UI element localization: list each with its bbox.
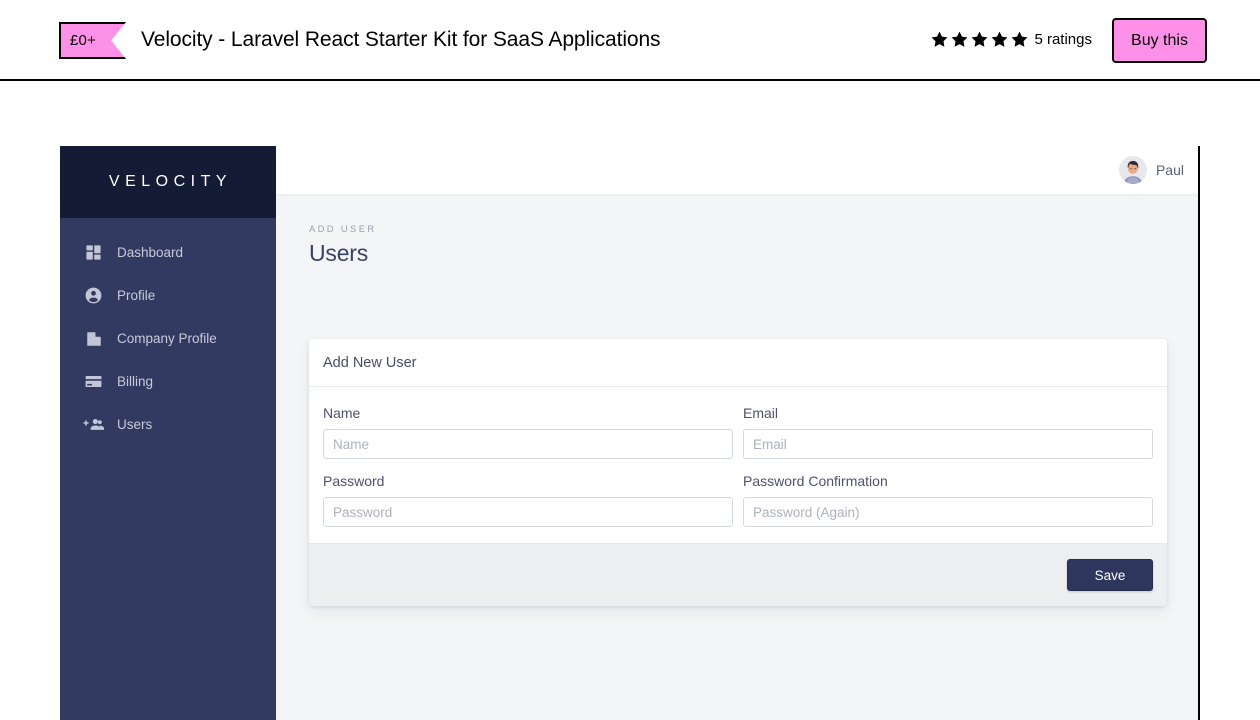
- form-row: Password Password Confirmation: [323, 473, 1153, 527]
- app-content-column: Paul ADD USER Users Add New User Name Em…: [276, 146, 1198, 720]
- form-group-password: Password: [323, 473, 733, 527]
- app-topbar: Paul: [276, 146, 1198, 194]
- card-header: Add New User: [309, 339, 1167, 387]
- password-confirmation-input[interactable]: [743, 497, 1153, 527]
- sidebar-logo[interactable]: VELOCITY: [60, 146, 276, 218]
- sidebar-item-billing[interactable]: Billing: [60, 360, 276, 403]
- star-icon: [970, 30, 989, 49]
- form-group-email: Email: [743, 405, 1153, 459]
- email-input[interactable]: [743, 429, 1153, 459]
- sidebar-item-label: Billing: [117, 374, 153, 389]
- sidebar-nav-list: Dashboard Profile Company Profile Billin…: [60, 218, 276, 446]
- card-footer: Save: [309, 543, 1167, 606]
- gumroad-header-bar: £0+ Velocity - Laravel React Starter Kit…: [0, 0, 1260, 81]
- form-group-name: Name: [323, 405, 733, 459]
- sidebar-item-dashboard[interactable]: Dashboard: [60, 231, 276, 274]
- rating-block: 5 ratings: [930, 30, 1092, 49]
- name-label: Name: [323, 405, 733, 421]
- ratings-count-label: 5 ratings: [1034, 31, 1092, 48]
- sidebar-item-company-profile[interactable]: Company Profile: [60, 317, 276, 360]
- page-body: ADD USER Users Add New User Name Email: [276, 194, 1198, 720]
- sidebar-item-label: Dashboard: [117, 245, 183, 260]
- price-tag-ribbon: £0+: [59, 22, 126, 59]
- sidebar-item-label: Company Profile: [117, 331, 217, 346]
- add-new-user-card: Add New User Name Email: [309, 339, 1167, 606]
- dashboard-grid-icon: [83, 242, 104, 263]
- star-icon: [950, 30, 969, 49]
- app-sidebar: VELOCITY Dashboard Profile Company Profi: [60, 146, 276, 720]
- sidebar-item-label: Users: [117, 417, 152, 432]
- star-icon: [1010, 30, 1029, 49]
- password-confirmation-label: Password Confirmation: [743, 473, 1153, 489]
- price-label: £0+: [70, 32, 96, 49]
- sidebar-logo-text: VELOCITY: [104, 173, 232, 191]
- person-circle-icon: [83, 285, 104, 306]
- app-preview-window: VELOCITY Dashboard Profile Company Profi: [60, 146, 1200, 720]
- sidebar-item-profile[interactable]: Profile: [60, 274, 276, 317]
- password-input[interactable]: [323, 497, 733, 527]
- name-input[interactable]: [323, 429, 733, 459]
- sidebar-item-users[interactable]: Users: [60, 403, 276, 446]
- buy-this-button[interactable]: Buy this: [1112, 18, 1207, 63]
- avatar[interactable]: [1119, 156, 1147, 184]
- form-row: Name Email: [323, 405, 1153, 459]
- breadcrumb: ADD USER: [309, 224, 1166, 235]
- email-label: Email: [743, 405, 1153, 421]
- sidebar-item-label: Profile: [117, 288, 155, 303]
- star-icon: [990, 30, 1009, 49]
- credit-card-icon: [83, 371, 104, 392]
- card-body: Name Email Password: [309, 387, 1167, 543]
- person-add-icon: [83, 414, 104, 435]
- building-icon: [83, 328, 104, 349]
- form-group-password-confirmation: Password Confirmation: [743, 473, 1153, 527]
- page-title: Users: [309, 240, 1166, 267]
- topbar-user-name[interactable]: Paul: [1156, 162, 1184, 178]
- star-icon: [930, 30, 949, 49]
- password-label: Password: [323, 473, 733, 489]
- product-title: Velocity - Laravel React Starter Kit for…: [141, 28, 660, 52]
- save-button[interactable]: Save: [1067, 559, 1153, 591]
